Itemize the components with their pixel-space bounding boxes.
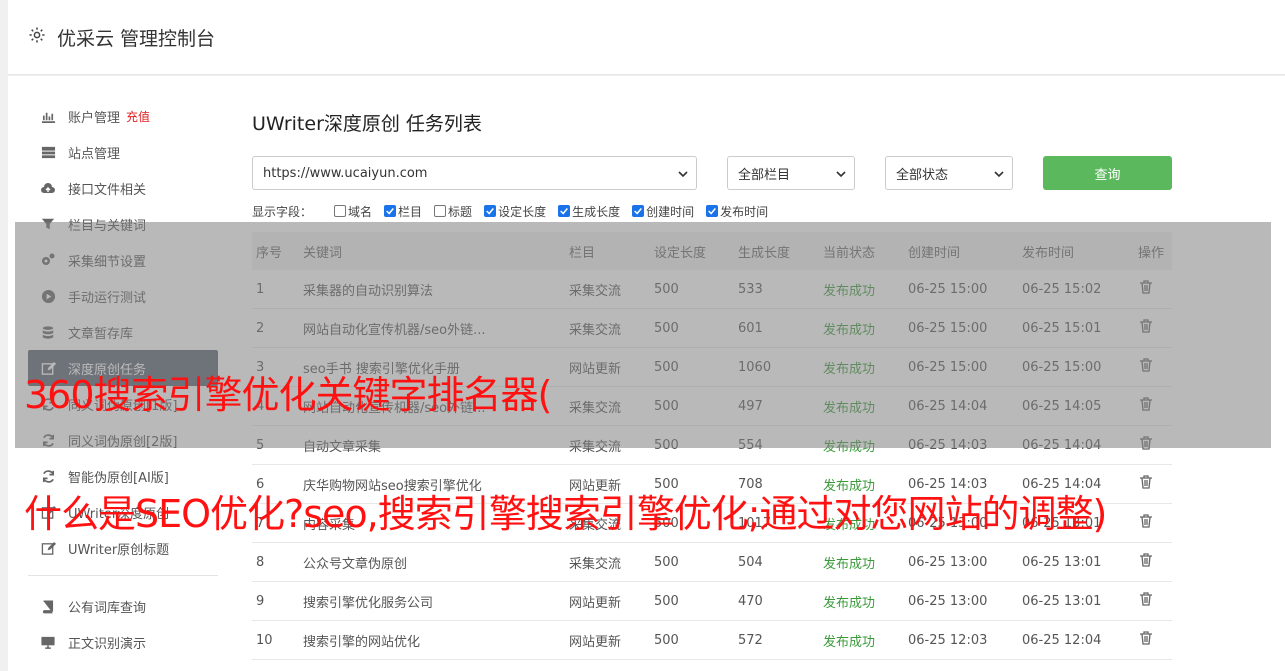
field-checkbox-6[interactable]: 创建时间 <box>632 203 694 220</box>
status-select-value: 全部状态 <box>896 167 949 183</box>
display-fields-label: 显示字段： <box>252 204 313 219</box>
field-checkbox-7[interactable]: 发布时间 <box>706 203 768 220</box>
refresh-icon <box>40 468 56 484</box>
status-text: 发布成功 <box>823 634 876 650</box>
sidebar-item-15[interactable]: 正文识别演示 <box>28 624 218 660</box>
table-cell: 500 <box>654 554 679 570</box>
sidebar-item-label: 正文识别演示 <box>68 636 147 652</box>
trash-icon <box>1140 592 1152 606</box>
delete-button[interactable] <box>1138 591 1154 611</box>
table-cell: 10 <box>256 632 273 648</box>
field-checkbox-label: 创建时间 <box>646 204 695 219</box>
top-bar: 优采云 管理控制台 <box>8 0 1285 75</box>
page-title: UWriter深度原创 任务列表 <box>252 113 482 135</box>
delete-button[interactable] <box>1138 513 1154 533</box>
chevron-down-icon <box>836 171 846 178</box>
field-checkbox-1[interactable]: 域名 <box>334 203 372 220</box>
checkbox-checked-icon <box>484 205 497 217</box>
checkbox-checked-icon <box>384 205 397 217</box>
overlay-caption-1: 360搜索引擎优化关键字排名器( <box>24 373 552 417</box>
trash-icon <box>1140 475 1152 489</box>
table-cell: 06-25 12:03 <box>908 632 988 648</box>
sidebar-item-label: 站点管理 <box>68 146 121 162</box>
sidebar-item-1[interactable]: 账户管理 充值 <box>28 98 218 134</box>
table-row: 9 搜索引擎优化服务公司 网站更新 500 470 发布成功 06-25 13:00 06-2… <box>252 582 1172 621</box>
field-checkbox-2[interactable]: 栏目 <box>384 203 422 220</box>
table-cell: 500 <box>654 593 679 609</box>
field-checkbox-label: 栏目 <box>398 204 423 219</box>
table-row: 10 搜索引擎的网站优化 网站更新 500 572 发布成功 06-25 12:03 06-2… <box>252 621 1172 660</box>
table-cell: 搜索引擎优化服务公司 <box>303 595 434 611</box>
table-row: 8 公众号文章伪原创 采集交流 500 504 发布成功 06-25 13:00 06-25 … <box>252 543 1172 582</box>
trash-icon <box>1140 553 1152 567</box>
table-cell: 06-25 13:00 <box>908 593 988 609</box>
trash-icon <box>1140 631 1152 645</box>
trash-icon <box>1140 514 1152 528</box>
sidebar-item-2[interactable]: 站点管理 <box>28 134 218 170</box>
delete-button[interactable] <box>1138 552 1154 572</box>
checkbox-checked-icon <box>558 205 571 217</box>
table-cell: 504 <box>738 554 763 570</box>
sidebar-item-14[interactable]: 公有词库查询 <box>28 588 218 624</box>
table-cell: 9 <box>256 593 265 609</box>
chevron-down-icon <box>994 171 1004 178</box>
status-select[interactable]: 全部状态 <box>885 156 1013 190</box>
query-button[interactable]: 查询 <box>1043 156 1172 190</box>
field-checkbox-3[interactable]: 标题 <box>434 203 472 220</box>
checkbox-unchecked-icon <box>334 205 347 217</box>
table-cell: 06-25 13:01 <box>1022 593 1102 609</box>
edit-icon <box>40 540 56 556</box>
monitor-icon <box>40 634 56 650</box>
sidebar-divider <box>28 575 218 576</box>
field-checkbox-label: 设定长度 <box>498 204 547 219</box>
table-cell: 网站更新 <box>569 634 622 650</box>
book-icon <box>40 598 56 614</box>
delete-button[interactable] <box>1138 630 1154 650</box>
display-fields: 显示字段： 域名 栏目 标题 设定长度 生成长度 创建时间 发布时间 <box>252 202 780 220</box>
table-cell: 470 <box>738 593 763 609</box>
gear-icon <box>29 27 45 43</box>
checkbox-checked-icon <box>706 205 719 217</box>
sidebar-item-3[interactable]: 接口文件相关 <box>28 170 218 206</box>
column-select-value: 全部栏目 <box>738 167 791 183</box>
recharge-link[interactable]: 充值 <box>126 108 150 125</box>
checkbox-unchecked-icon <box>434 205 447 217</box>
chevron-down-icon <box>678 171 688 178</box>
table-cell: 06-25 12:04 <box>1022 632 1102 648</box>
table-cell: 06-25 13:00 <box>908 554 988 570</box>
cloud-upload-icon <box>40 180 56 196</box>
sidebar-item-label: 公有词库查询 <box>68 600 147 616</box>
site-select-value: https://www.ucaiyun.com <box>263 165 428 181</box>
app-title: 优采云 管理控制台 <box>57 28 216 50</box>
table-cell: 500 <box>654 632 679 648</box>
overlay-caption-2: 什么是SEO优化?seo,搜索引擎搜索引擎优化;通过对您网站的调整) <box>24 492 1107 536</box>
site-select[interactable]: https://www.ucaiyun.com <box>252 156 697 190</box>
field-checkbox-5[interactable]: 生成长度 <box>558 203 620 220</box>
table-cell: 公众号文章伪原创 <box>303 556 408 572</box>
filter-bar: https://www.ucaiyun.com 全部栏目 全部状态 查询 <box>252 156 1172 190</box>
field-checkbox-4[interactable]: 设定长度 <box>484 203 546 220</box>
server-icon <box>40 144 56 160</box>
table-cell: 06-25 13:01 <box>1022 554 1102 570</box>
field-checkbox-label: 生成长度 <box>572 204 621 219</box>
sidebar-item-label: 账户管理 <box>68 110 121 126</box>
status-text: 发布成功 <box>823 595 876 611</box>
table-cell: 搜索引擎的网站优化 <box>303 634 421 650</box>
field-checkbox-label: 标题 <box>448 204 473 219</box>
table-cell: 8 <box>256 554 265 570</box>
sidebar-item-label: UWriter原创标题 <box>68 542 170 558</box>
table-cell: 采集交流 <box>569 556 622 572</box>
sidebar-item-label: 接口文件相关 <box>68 182 147 198</box>
table-cell: 572 <box>738 632 763 648</box>
field-checkbox-label: 发布时间 <box>720 204 769 219</box>
bar-chart-icon <box>40 108 56 124</box>
checkbox-checked-icon <box>632 205 645 217</box>
field-checkbox-label: 域名 <box>348 204 373 219</box>
table-cell: 网站更新 <box>569 595 622 611</box>
delete-button[interactable] <box>1138 474 1154 494</box>
column-select[interactable]: 全部栏目 <box>727 156 855 190</box>
status-text: 发布成功 <box>823 556 876 572</box>
